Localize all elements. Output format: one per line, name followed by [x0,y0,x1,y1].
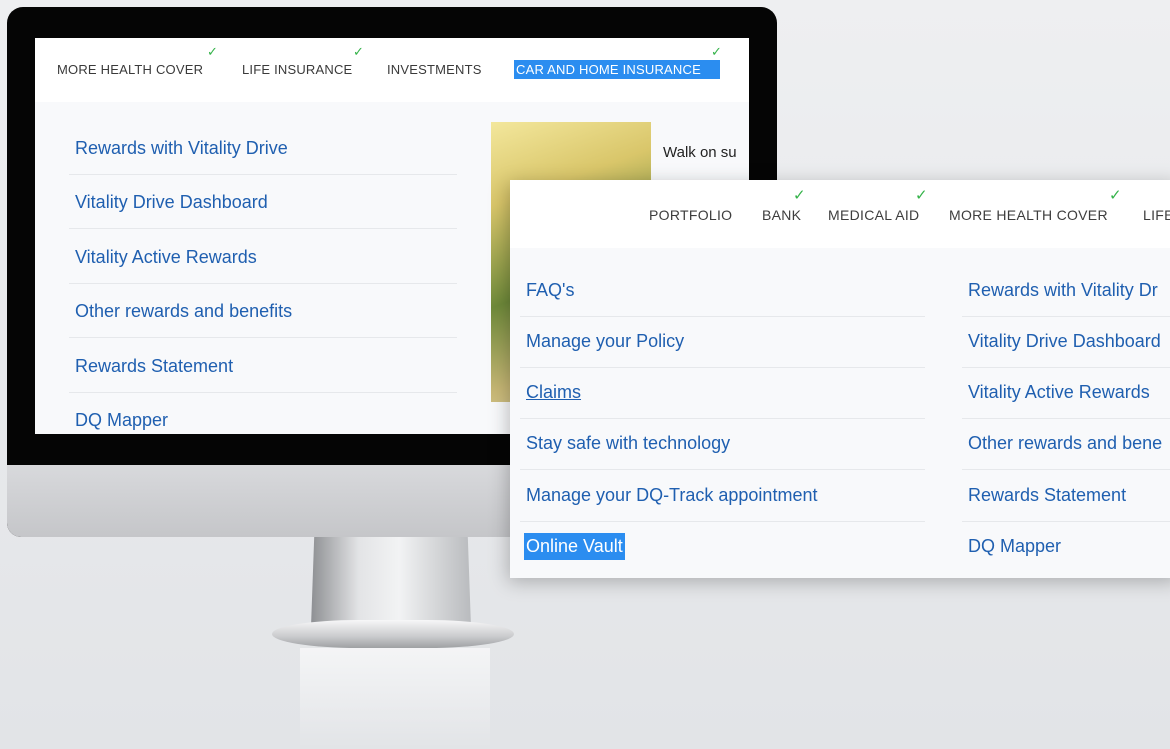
divider [520,418,925,419]
divider [69,392,457,393]
menu-item-rewards-vitality-drive[interactable]: Rewards with Vitality Drive [75,138,288,159]
menu-item-manage-policy[interactable]: Manage your Policy [526,331,684,352]
menu-item-vitality-active-rewards[interactable]: Vitality Active Rewards [968,382,1150,403]
menu-item-online-vault[interactable]: Online Vault [524,533,625,560]
tab-medical-aid[interactable]: MEDICAL AID [828,207,919,223]
divider [69,228,457,229]
divider [69,174,457,175]
menu-item-vitality-drive-dashboard[interactable]: Vitality Drive Dashboard [968,331,1161,352]
top-nav: ✓ MORE HEALTH COVER ✓ LIFE INSURANCE INV… [35,38,749,102]
menu-item-faqs[interactable]: FAQ's [526,280,574,301]
tab-car-and-home-insurance[interactable]: CAR AND HOME INSURANCE [514,60,720,79]
divider [520,316,925,317]
tab-life[interactable]: LIFE [1143,207,1170,223]
tab-more-health-cover[interactable]: MORE HEALTH COVER [949,207,1108,223]
divider [520,521,925,522]
divider [520,367,925,368]
panel-top-nav: PORTFOLIO ✓ BANK ✓ MEDICAL AID ✓ MORE HE… [510,180,1170,248]
check-icon: ✓ [353,44,364,59]
check-icon: ✓ [793,187,806,204]
divider [962,418,1170,419]
menu-item-dq-mapper[interactable]: DQ Mapper [75,410,168,431]
check-icon: ✓ [711,44,722,59]
menu-item-dq-track-appointment[interactable]: Manage your DQ-Track appointment [526,485,817,506]
tab-investments[interactable]: INVESTMENTS [385,60,484,79]
menu-item-other-rewards[interactable]: Other rewards and benefits [75,301,292,322]
dropdown-panel: PORTFOLIO ✓ BANK ✓ MEDICAL AID ✓ MORE HE… [510,180,1170,578]
menu-item-rewards-statement[interactable]: Rewards Statement [75,356,233,377]
divider [962,316,1170,317]
divider [962,469,1170,470]
divider [69,283,457,284]
tab-bank[interactable]: BANK [762,207,801,223]
menu-item-vitality-active-rewards[interactable]: Vitality Active Rewards [75,247,257,268]
menu-item-rewards-statement[interactable]: Rewards Statement [968,485,1126,506]
stand-reflection [300,648,490,749]
tab-portfolio[interactable]: PORTFOLIO [649,207,732,223]
menu-item-other-rewards[interactable]: Other rewards and bene [968,433,1162,454]
tab-more-health-cover[interactable]: MORE HEALTH COVER [55,60,205,79]
menu-item-vitality-drive-dashboard[interactable]: Vitality Drive Dashboard [75,192,268,213]
menu-item-stay-safe[interactable]: Stay safe with technology [526,433,730,454]
check-icon: ✓ [1109,187,1122,204]
check-icon: ✓ [207,44,218,59]
monitor-stand [311,537,471,627]
divider [962,367,1170,368]
menu-item-claims[interactable]: Claims [526,382,581,403]
divider [962,521,1170,522]
menu-item-dq-mapper[interactable]: DQ Mapper [968,536,1061,557]
divider [520,469,925,470]
monitor-base [272,620,514,648]
promo-text: Walk on su [663,144,737,161]
check-icon: ✓ [915,187,928,204]
tab-life-insurance[interactable]: LIFE INSURANCE [240,60,354,79]
divider [69,337,457,338]
menu-item-rewards-vitality-drive[interactable]: Rewards with Vitality Dr [968,280,1158,301]
